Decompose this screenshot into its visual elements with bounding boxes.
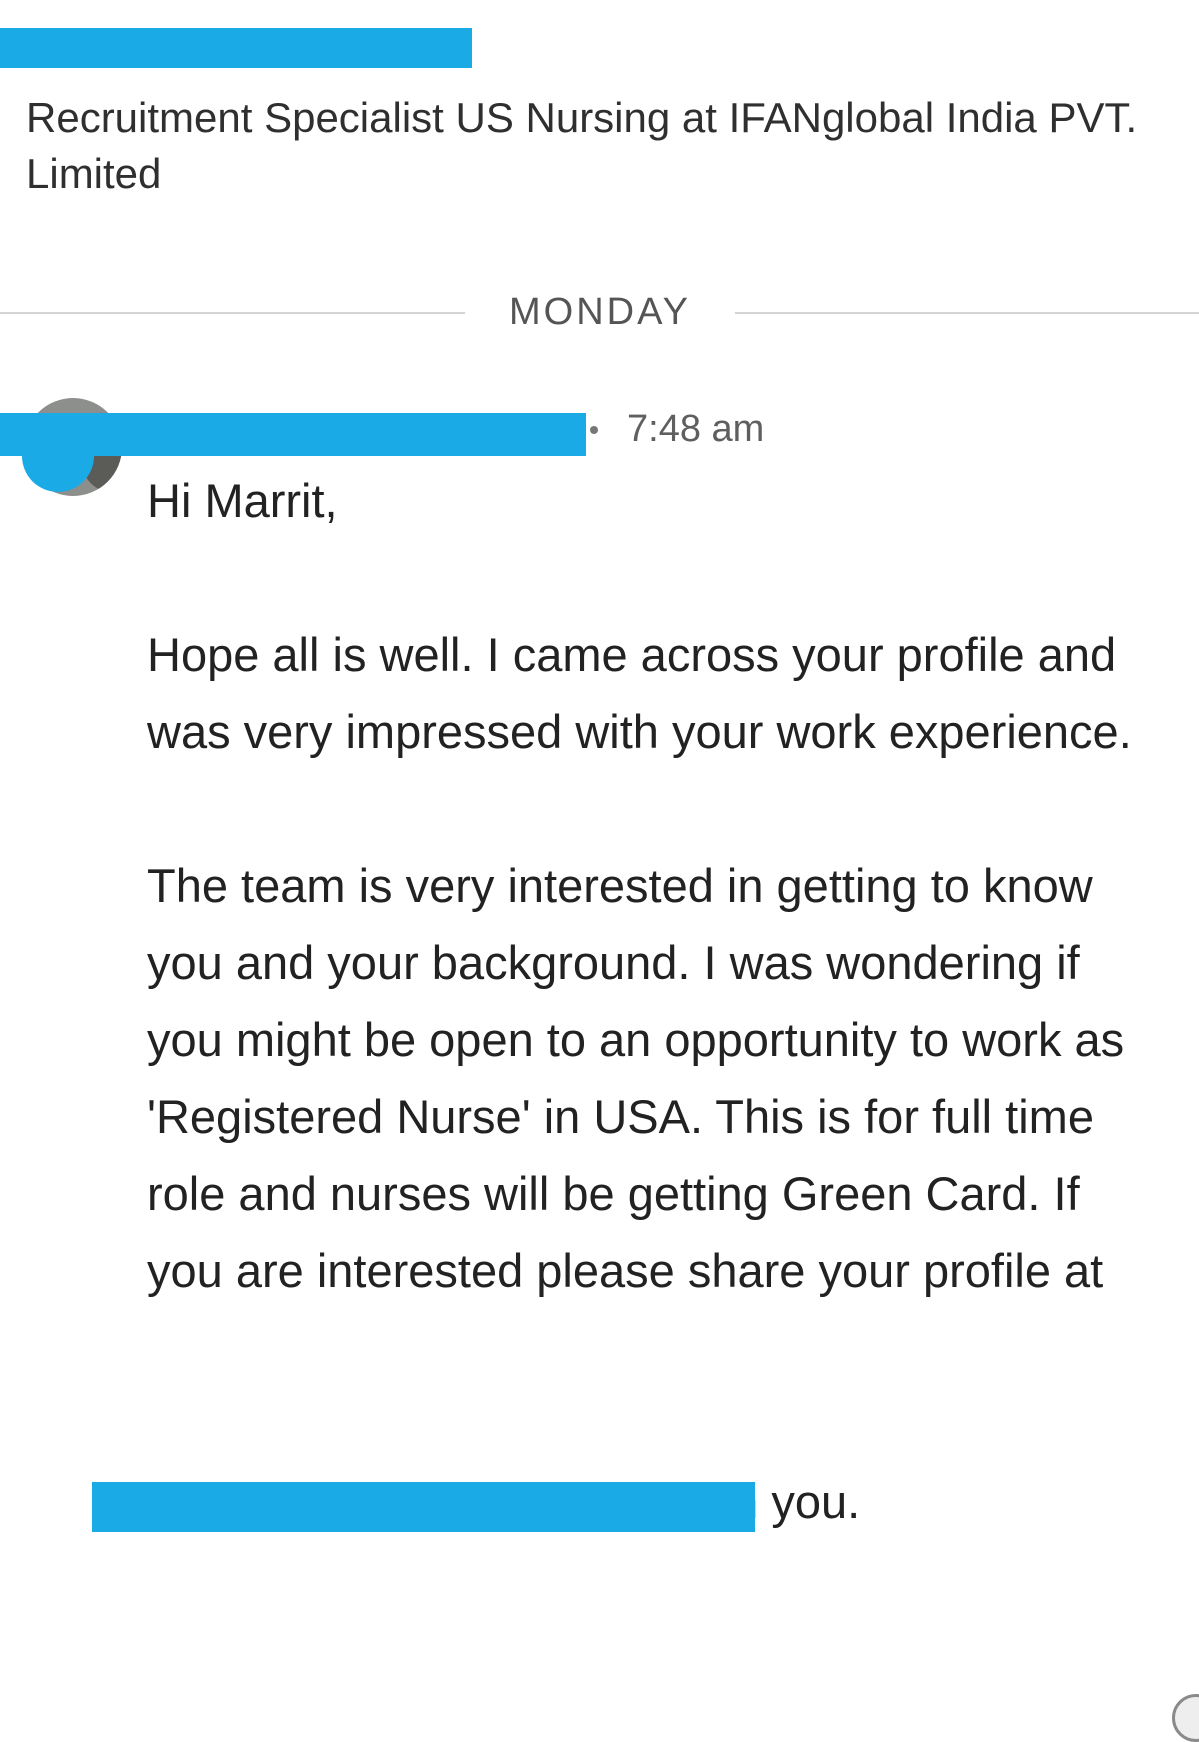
sender-headline: Recruitment Specialist US Nursing at IFA… — [26, 94, 1138, 197]
day-separator: MONDAY — [0, 286, 1199, 338]
email-line — [147, 1309, 1147, 1386]
meta-separator-dot — [590, 426, 598, 434]
message-body: Hi Marrit, Hope all is well. I came acro… — [147, 462, 1147, 1540]
message-paragraph: The team is very interested in getting t… — [147, 859, 1125, 1297]
message-timestamp: 7:48 am — [627, 408, 765, 450]
redacted-email — [92, 1482, 755, 1532]
corner-avatar-icon[interactable] — [1172, 1694, 1199, 1742]
message-greeting: Hi Marrit, — [147, 474, 338, 527]
divider-line-right — [735, 312, 1199, 314]
day-label: MONDAY — [509, 291, 691, 333]
redacted-sender-name — [0, 413, 586, 456]
divider-line-left — [0, 312, 465, 314]
redacted-name-bar — [0, 28, 472, 68]
message-paragraph: Hope all is well. I came across your pro… — [147, 628, 1132, 758]
